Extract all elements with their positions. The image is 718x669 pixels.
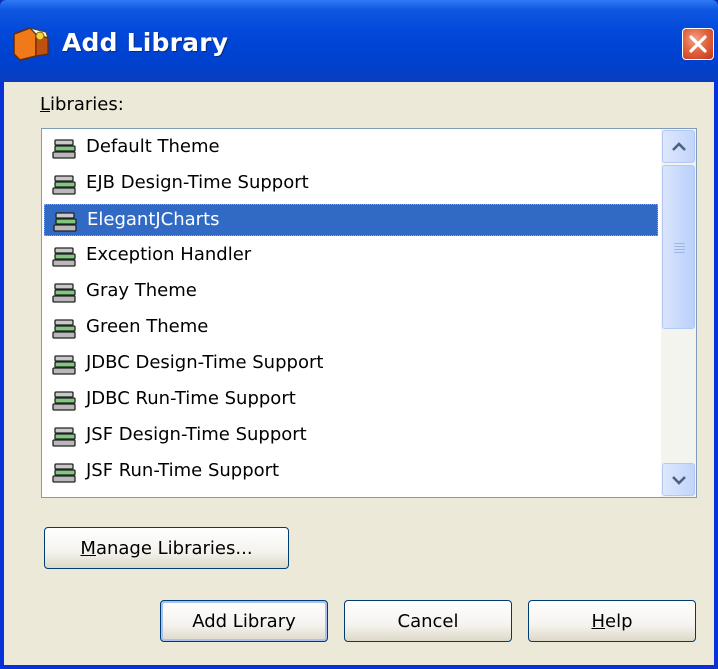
list-item-label: Gray Theme — [86, 280, 197, 301]
list-item[interactable]: EJB Design-Time Support — [44, 168, 658, 200]
list-item[interactable]: JDBC Design-Time Support — [44, 348, 658, 380]
list-item[interactable]: Exception Handler — [44, 240, 658, 272]
add-library-dialog: Add Library Libraries: Default Theme EJB … — [0, 0, 718, 669]
list-item-label: ElegantJCharts — [87, 209, 220, 230]
library-jar-icon — [52, 175, 76, 195]
title-bar[interactable]: Add Library — [0, 0, 718, 82]
netbeans-library-icon — [13, 26, 49, 61]
window-border-left — [0, 82, 4, 669]
list-item-label: Exception Handler — [86, 244, 252, 265]
window-border-bottom — [0, 665, 718, 669]
window-title: Add Library — [62, 28, 229, 57]
libraries-list[interactable]: Default Theme EJB Design-Time Support Eleg… — [41, 128, 697, 498]
library-jar-icon — [52, 139, 76, 159]
chevron-up-icon — [672, 142, 686, 151]
thumb-grip-line — [674, 243, 685, 244]
scroll-up-button[interactable] — [662, 130, 695, 163]
manage-libraries-button[interactable]: Manage Libraries... — [44, 527, 289, 569]
thumb-grip-line — [674, 252, 685, 253]
library-jar-icon — [52, 247, 76, 267]
list-item-label: EJB Design-Time Support — [86, 172, 309, 193]
libraries-list-items: Default Theme EJB Design-Time Support Eleg… — [42, 129, 658, 497]
library-jar-icon — [53, 212, 77, 232]
library-jar-icon — [52, 463, 76, 483]
add-library-button[interactable]: Add Library — [160, 600, 328, 642]
library-jar-icon — [52, 283, 76, 303]
help-button[interactable]: Help — [528, 600, 696, 642]
cancel-button[interactable]: Cancel — [344, 600, 512, 642]
list-item[interactable]: ElegantJCharts — [44, 204, 658, 236]
scroll-thumb[interactable] — [662, 165, 695, 329]
list-item-label: JDBC Run-Time Support — [86, 388, 296, 409]
list-item-label: Default Theme — [86, 136, 220, 157]
window-border-right — [714, 82, 718, 669]
list-item-label: Green Theme — [86, 316, 209, 337]
libraries-label: Libraries: — [40, 94, 124, 115]
list-item[interactable]: JDBC Run-Time Support — [44, 384, 658, 416]
library-jar-icon — [52, 355, 76, 375]
list-item-label: JDBC Design-Time Support — [86, 352, 324, 373]
list-item[interactable]: JSF Design-Time Support — [44, 420, 658, 452]
thumb-grip-line — [674, 249, 685, 250]
list-item-label: JSF Design-Time Support — [86, 424, 307, 445]
list-item-label: JSF Run-Time Support — [86, 460, 280, 481]
list-item[interactable]: JSF Run-Time Support — [44, 456, 658, 488]
library-jar-icon — [52, 319, 76, 339]
close-icon — [689, 35, 707, 53]
vertical-scrollbar[interactable] — [661, 129, 696, 497]
thumb-grip-line — [674, 246, 685, 247]
list-item[interactable]: Green Theme — [44, 312, 658, 344]
list-item[interactable]: Default Theme — [44, 132, 658, 164]
chevron-down-icon — [672, 476, 686, 485]
close-button[interactable] — [682, 28, 714, 60]
scroll-down-button[interactable] — [662, 463, 695, 496]
library-jar-icon — [52, 391, 76, 411]
list-item[interactable]: Gray Theme — [44, 276, 658, 308]
library-jar-icon — [52, 427, 76, 447]
